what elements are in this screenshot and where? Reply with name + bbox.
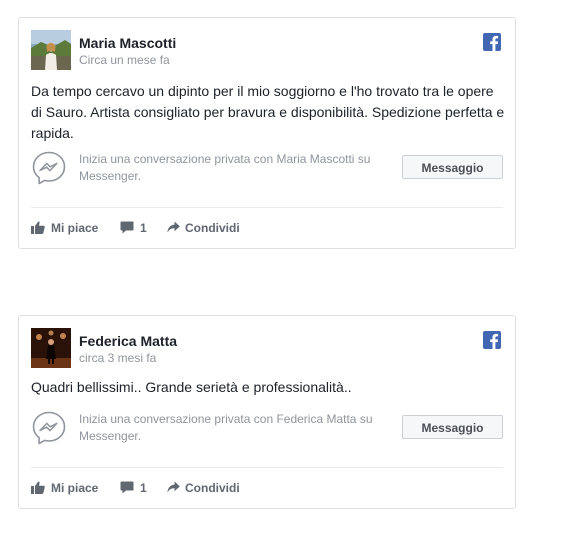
like-label: Mi piace <box>51 481 99 495</box>
review-header: Maria Mascotti Circa un mese fa <box>31 30 503 70</box>
messenger-icon <box>32 151 66 185</box>
messenger-prompt-text: Inizia una conversazione privata con Fed… <box>79 412 373 443</box>
share-button[interactable]: Condividi <box>167 478 247 498</box>
like-button[interactable]: Mi piace <box>31 478 101 498</box>
divider <box>31 467 503 468</box>
review-text: Da tempo cercavo un dipinto per il mio s… <box>31 83 505 141</box>
comment-button[interactable]: 1 <box>120 478 150 498</box>
thumbs-up-icon <box>31 481 45 494</box>
messenger-prompt-text: Inizia una conversazione privata con Mar… <box>79 152 371 183</box>
review-card: Maria Mascotti Circa un mese fa Da tempo… <box>18 17 516 249</box>
author-name[interactable]: Federica Matta <box>79 333 177 349</box>
timestamp[interactable]: circa 3 mesi fa <box>79 351 156 365</box>
avatar[interactable] <box>31 328 71 368</box>
timestamp[interactable]: Circa un mese fa <box>79 53 170 67</box>
review-text: Quadri bellissimi.. Grande serietà e pro… <box>31 379 352 395</box>
review-header: Federica Matta circa 3 mesi fa <box>31 328 503 368</box>
messenger-prompt: Inizia una conversazione privata con Mar… <box>31 149 503 189</box>
share-arrow-icon <box>167 221 180 233</box>
share-button[interactable]: Condividi <box>167 218 247 238</box>
comment-icon <box>120 221 134 234</box>
avatar[interactable] <box>31 30 71 70</box>
like-button[interactable]: Mi piace <box>31 218 101 238</box>
avatar-photo-icon <box>31 328 71 368</box>
author-name[interactable]: Maria Mascotti <box>79 35 176 51</box>
review-card: Federica Matta circa 3 mesi fa Quadri be… <box>18 315 516 509</box>
message-button[interactable]: Messaggio <box>402 155 503 179</box>
thumbs-up-icon <box>31 221 45 234</box>
avatar-photo-icon <box>31 30 71 70</box>
messenger-prompt: Inizia una conversazione privata con Fed… <box>31 409 503 449</box>
messenger-icon <box>32 411 66 445</box>
comment-icon <box>120 481 134 494</box>
facebook-icon[interactable] <box>483 33 501 51</box>
share-arrow-icon <box>167 481 180 493</box>
comment-count: 1 <box>140 221 147 235</box>
share-label: Condividi <box>185 481 240 495</box>
facebook-icon[interactable] <box>483 331 501 349</box>
like-label: Mi piace <box>51 221 99 235</box>
comment-button[interactable]: 1 <box>120 218 150 238</box>
share-label: Condividi <box>185 221 240 235</box>
message-button[interactable]: Messaggio <box>402 415 503 439</box>
comment-count: 1 <box>140 481 147 495</box>
divider <box>31 207 503 208</box>
